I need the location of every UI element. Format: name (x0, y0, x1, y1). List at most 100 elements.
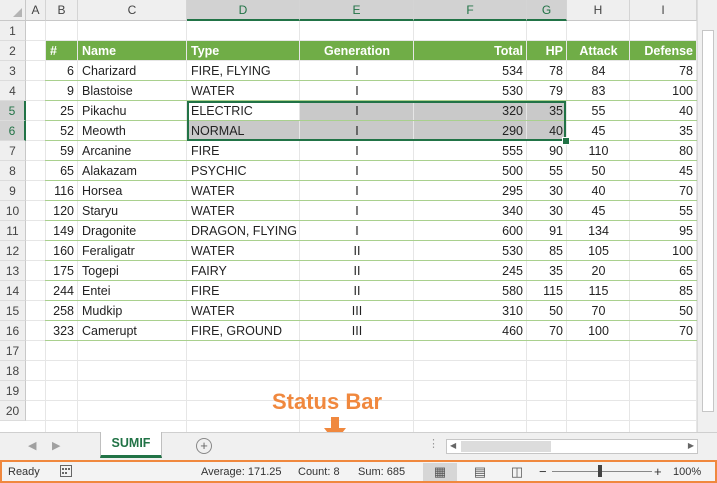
row-header-14[interactable]: 14 (0, 281, 26, 301)
table-cell[interactable]: 175 (46, 261, 78, 281)
table-cell[interactable]: 55 (567, 101, 630, 121)
table-cell[interactable]: Blastoise (78, 81, 187, 101)
table-cell[interactable]: 55 (630, 201, 697, 221)
table-cell[interactable]: WATER (187, 81, 300, 101)
next-sheet-icon[interactable]: ▶ (52, 439, 60, 452)
table-cell[interactable]: 600 (414, 221, 527, 241)
table-cell[interactable]: 70 (527, 321, 567, 341)
table-cell[interactable]: 84 (567, 61, 630, 81)
table-cell[interactable]: DRAGON, FLYING (187, 221, 300, 241)
table-cell[interactable]: PSYCHIC (187, 161, 300, 181)
column-header-i[interactable]: I (630, 0, 697, 21)
column-header-e[interactable]: E (300, 0, 414, 21)
row-header-16[interactable]: 16 (0, 321, 26, 341)
vertical-scroll-thumb[interactable] (702, 30, 714, 412)
table-cell[interactable]: Horsea (78, 181, 187, 201)
table-cell[interactable]: I (300, 61, 414, 81)
table-cell[interactable]: II (300, 261, 414, 281)
table-cell[interactable]: 80 (630, 141, 697, 161)
scroll-right-icon[interactable]: ▶ (688, 441, 694, 450)
sheet-tab-sumif[interactable]: SUMIF (100, 432, 162, 458)
table-header-cell[interactable]: HP (527, 41, 567, 61)
table-cell[interactable]: 534 (414, 61, 527, 81)
table-cell[interactable]: III (300, 301, 414, 321)
table-header-cell[interactable]: Defense (630, 41, 697, 61)
table-cell[interactable]: 295 (414, 181, 527, 201)
macro-record-icon[interactable] (60, 465, 72, 477)
table-cell[interactable]: 20 (567, 261, 630, 281)
table-cell[interactable]: WATER (187, 241, 300, 261)
table-cell[interactable]: WATER (187, 181, 300, 201)
row-header-10[interactable]: 10 (0, 201, 26, 221)
zoom-level[interactable]: 100% (673, 466, 701, 478)
vertical-scrollbar[interactable] (697, 0, 717, 432)
row-header-7[interactable]: 7 (0, 141, 26, 161)
row-header-17[interactable]: 17 (0, 341, 26, 361)
row-header-5[interactable]: 5 (0, 101, 26, 121)
table-cell[interactable]: 100 (630, 241, 697, 261)
row-header-19[interactable]: 19 (0, 381, 26, 401)
table-cell[interactable]: 79 (527, 81, 567, 101)
table-cell[interactable]: 45 (567, 121, 630, 141)
table-cell[interactable]: 25 (46, 101, 78, 121)
worksheet-grid[interactable]: A B C D E F G H I 1 2 3 4 5 6 7 8 9 10 11 12 13 14 15 16 17 18 19 20… (0, 0, 697, 432)
normal-view-icon[interactable]: ▦ (423, 463, 457, 481)
table-header-cell[interactable]: Name (78, 41, 187, 61)
table-cell[interactable]: 78 (527, 61, 567, 81)
table-cell[interactable]: 50 (527, 301, 567, 321)
column-header-g[interactable]: G (527, 0, 567, 21)
table-cell[interactable]: 90 (527, 141, 567, 161)
table-cell[interactable]: Dragonite (78, 221, 187, 241)
table-cell[interactable]: 78 (630, 61, 697, 81)
table-cell[interactable]: FIRE, FLYING (187, 61, 300, 81)
table-cell[interactable]: 134 (567, 221, 630, 241)
table-cell[interactable]: I (300, 201, 414, 221)
table-cell[interactable]: 91 (527, 221, 567, 241)
prev-sheet-icon[interactable]: ◀ (28, 439, 36, 452)
column-header-f[interactable]: F (414, 0, 527, 21)
table-cell[interactable]: 70 (567, 301, 630, 321)
table-cell[interactable]: I (300, 161, 414, 181)
table-cell[interactable]: 500 (414, 161, 527, 181)
table-cell[interactable]: 100 (567, 321, 630, 341)
row-header-13[interactable]: 13 (0, 261, 26, 281)
page-break-view-icon[interactable]: ◫ (500, 463, 534, 481)
table-cell[interactable]: FIRE, GROUND (187, 321, 300, 341)
table-cell[interactable]: 100 (630, 81, 697, 101)
table-cell[interactable]: I (300, 141, 414, 161)
fill-handle[interactable] (562, 137, 570, 145)
table-cell[interactable]: II (300, 241, 414, 261)
table-cell[interactable]: 95 (630, 221, 697, 241)
zoom-out-icon[interactable]: − (539, 464, 547, 479)
table-cell[interactable]: 59 (46, 141, 78, 161)
table-cell[interactable]: 70 (630, 181, 697, 201)
table-cell[interactable]: 530 (414, 81, 527, 101)
table-cell[interactable]: 340 (414, 201, 527, 221)
row-header-3[interactable]: 3 (0, 61, 26, 81)
column-header-a[interactable]: A (26, 0, 46, 21)
row-header-2[interactable]: 2 (0, 41, 26, 61)
table-cell[interactable]: 149 (46, 221, 78, 241)
table-cell[interactable]: Pikachu (78, 101, 187, 121)
table-cell[interactable]: 115 (527, 281, 567, 301)
table-cell[interactable]: 85 (527, 241, 567, 261)
horizontal-scrollbar[interactable]: ◀ ▶ (446, 439, 698, 454)
table-header-cell[interactable]: Type (187, 41, 300, 61)
table-cell[interactable]: II (300, 281, 414, 301)
table-cell[interactable]: FAIRY (187, 261, 300, 281)
table-cell[interactable]: 30 (527, 201, 567, 221)
table-header-cell[interactable]: # (46, 41, 78, 61)
table-cell[interactable]: 555 (414, 141, 527, 161)
column-header-c[interactable]: C (78, 0, 187, 21)
table-cell[interactable]: 460 (414, 321, 527, 341)
table-cell[interactable]: Arcanine (78, 141, 187, 161)
row-header-8[interactable]: 8 (0, 161, 26, 181)
table-cell[interactable]: Feraligatr (78, 241, 187, 261)
splitter-handle-icon[interactable]: ⋮ (428, 437, 439, 450)
table-cell[interactable]: 115 (567, 281, 630, 301)
table-cell[interactable]: 258 (46, 301, 78, 321)
table-cell[interactable]: 160 (46, 241, 78, 261)
table-cell[interactable]: I (300, 221, 414, 241)
table-cell[interactable]: 55 (527, 161, 567, 181)
column-header-d[interactable]: D (187, 0, 300, 21)
